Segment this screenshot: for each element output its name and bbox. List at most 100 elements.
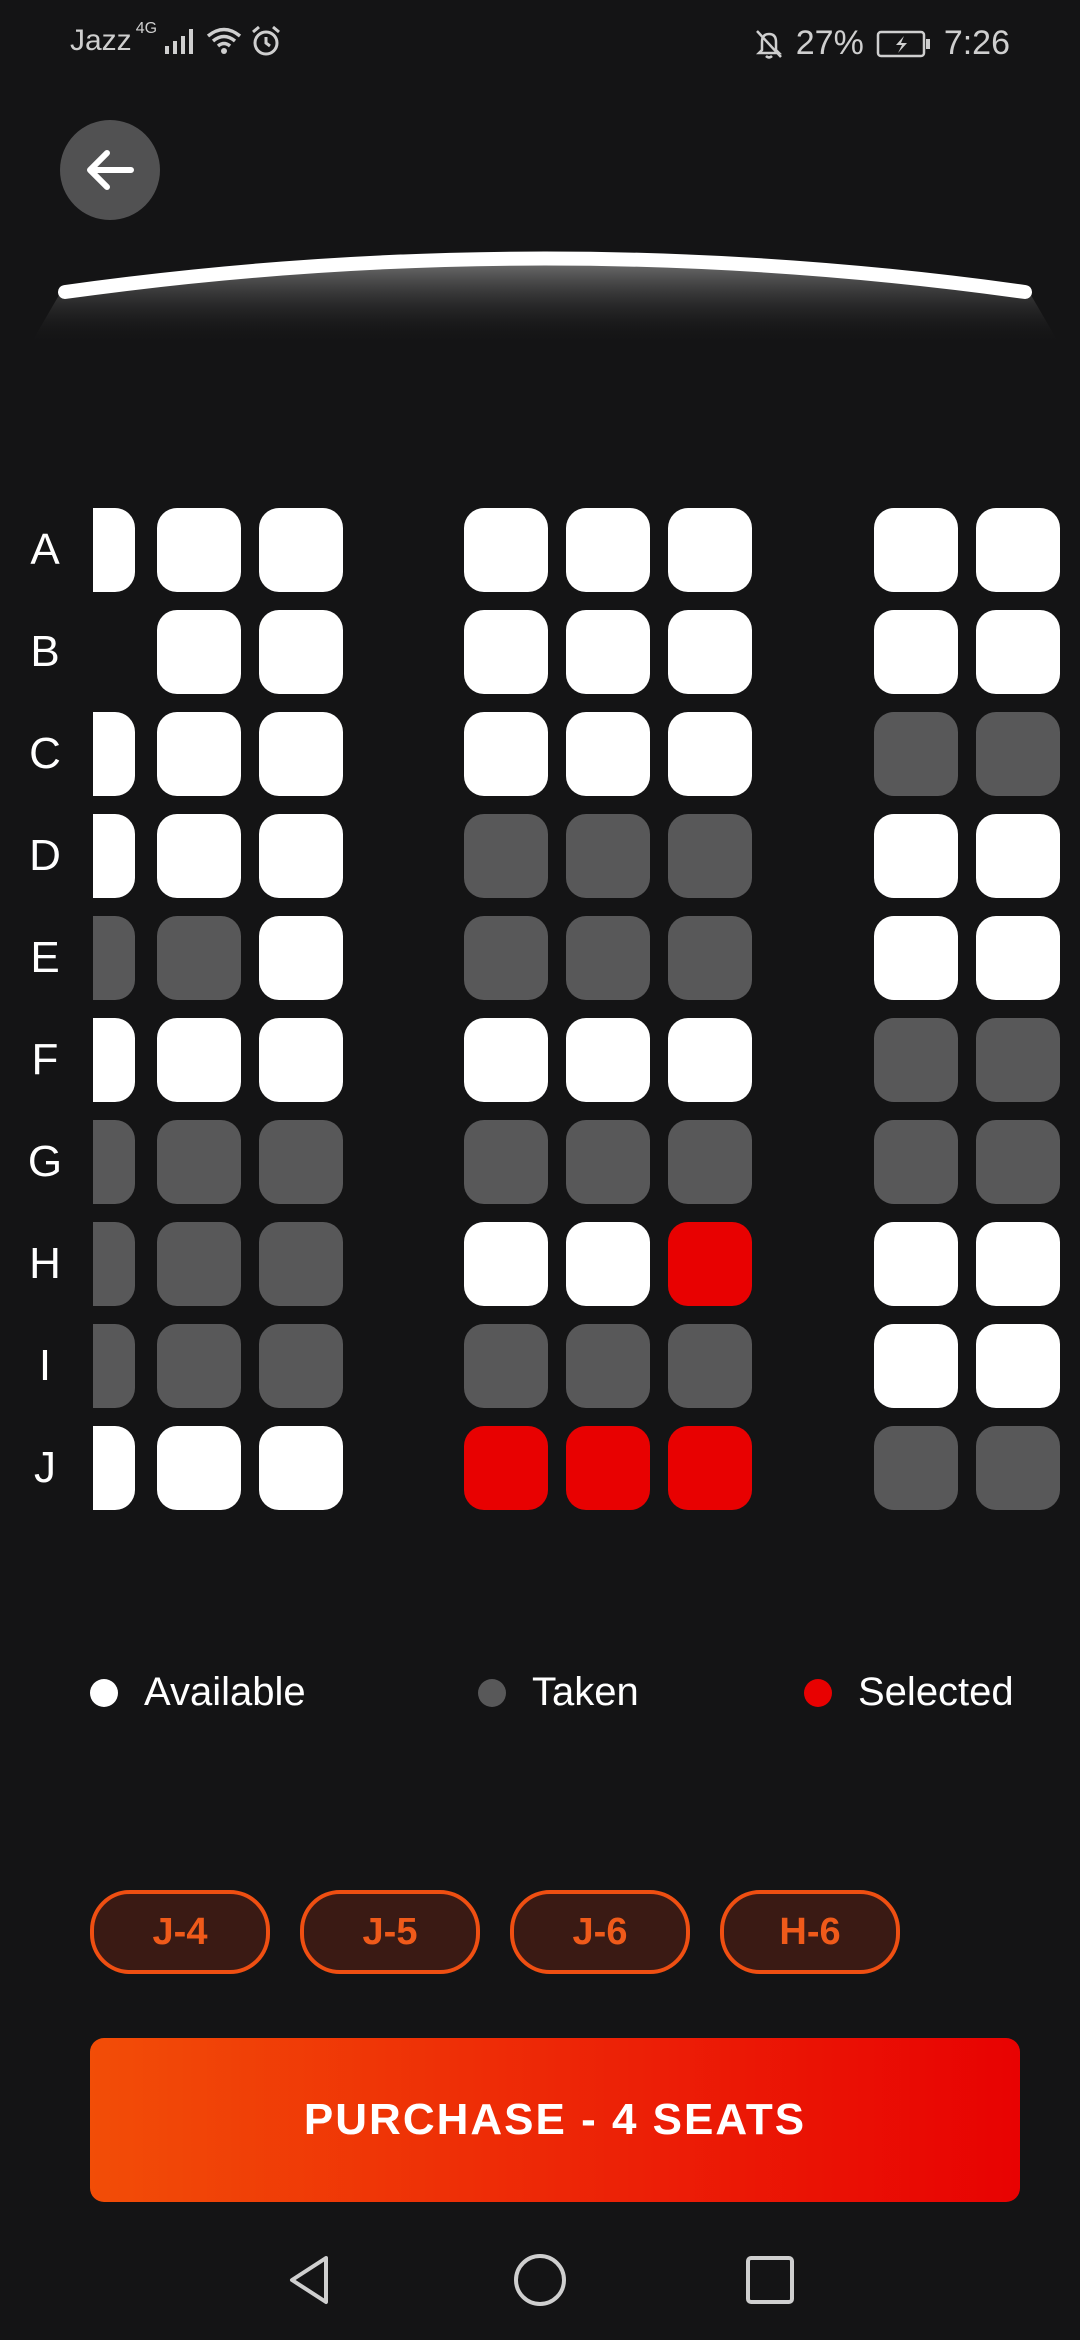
seat-taken <box>874 1426 958 1510</box>
seat-available[interactable] <box>259 1426 343 1510</box>
seat-chip[interactable]: J-4 <box>90 1890 270 1974</box>
row-label: F <box>31 1035 59 1084</box>
row-label: H <box>29 1239 61 1288</box>
seat-taken <box>464 916 548 1000</box>
seat-available[interactable] <box>874 916 958 1000</box>
nav-home-icon[interactable] <box>510 2250 570 2310</box>
seat-available[interactable] <box>157 610 241 694</box>
seat-taken <box>93 1324 135 1408</box>
seat-available[interactable] <box>157 508 241 592</box>
seat-taken <box>259 1120 343 1204</box>
seat-available[interactable] <box>157 712 241 796</box>
seat-available[interactable] <box>93 1426 135 1510</box>
seat-available[interactable] <box>976 1324 1060 1408</box>
seat-available[interactable] <box>157 1426 241 1510</box>
selected-seat-chips: J-4 J-5 J-6 H-6 <box>90 1890 900 1974</box>
seat-available[interactable] <box>259 916 343 1000</box>
seat-available[interactable] <box>566 1222 650 1306</box>
row-label: G <box>27 1137 63 1186</box>
signal-icon <box>165 29 194 54</box>
seat-available[interactable] <box>464 610 548 694</box>
seat-available[interactable] <box>464 1222 548 1306</box>
seat-taken <box>668 1120 752 1204</box>
seat-available[interactable] <box>93 508 135 592</box>
seat-selected[interactable] <box>566 1426 650 1510</box>
seat-selected[interactable] <box>668 1426 752 1510</box>
seat-available[interactable] <box>464 508 548 592</box>
nav-recents-icon[interactable] <box>740 2250 800 2310</box>
row-label: I <box>38 1341 52 1390</box>
seat-taken <box>157 1324 241 1408</box>
seat-available[interactable] <box>259 712 343 796</box>
seat-taken <box>668 1324 752 1408</box>
seat-chip[interactable]: H-6 <box>720 1890 900 1974</box>
status-right: 27% 7:26 <box>754 24 1010 63</box>
legend: Available Taken Selected <box>0 1670 1080 1730</box>
seat-selected[interactable] <box>464 1426 548 1510</box>
seat-chip[interactable]: J-6 <box>510 1890 690 1974</box>
network-type: 4G <box>135 20 158 37</box>
seat-taken <box>259 1222 343 1306</box>
seat-available[interactable] <box>93 712 135 796</box>
seat-taken <box>464 1120 548 1204</box>
seat-available[interactable] <box>668 508 752 592</box>
row-label: A <box>30 525 60 574</box>
seat-taken <box>874 1120 958 1204</box>
row-label: J <box>34 1443 56 1492</box>
seat-available[interactable] <box>259 610 343 694</box>
seat-available[interactable] <box>668 712 752 796</box>
legend-available-label: Available <box>144 1670 306 1714</box>
seat-available[interactable] <box>976 916 1060 1000</box>
seat-taken <box>874 1018 958 1102</box>
cinema-screen <box>30 251 1060 345</box>
seat-available[interactable] <box>976 814 1060 898</box>
system-nav-bar <box>0 2220 1080 2340</box>
seat-available[interactable] <box>464 712 548 796</box>
arrow-left-icon <box>87 150 134 190</box>
seat-available[interactable] <box>976 1222 1060 1306</box>
nav-back-icon[interactable] <box>280 2250 340 2310</box>
seat-available[interactable] <box>259 814 343 898</box>
seat-available[interactable] <box>566 1018 650 1102</box>
seat-taken <box>668 814 752 898</box>
available-dot-icon <box>90 1678 118 1707</box>
seat-taken <box>464 1324 548 1408</box>
seat-selected[interactable] <box>668 1222 752 1306</box>
seat-available[interactable] <box>874 508 958 592</box>
seat-taken <box>566 916 650 1000</box>
seat-available[interactable] <box>464 1018 548 1102</box>
seat-taken <box>157 1222 241 1306</box>
seat-available[interactable] <box>93 814 135 898</box>
seat-available[interactable] <box>259 508 343 592</box>
alarm-icon <box>252 25 280 56</box>
selected-dot-icon <box>804 1678 832 1707</box>
seat-available[interactable] <box>668 610 752 694</box>
seat-available[interactable] <box>157 1018 241 1102</box>
wifi-icon <box>206 27 242 54</box>
seat-available[interactable] <box>157 814 241 898</box>
seat-available[interactable] <box>874 814 958 898</box>
seat-available[interactable] <box>874 610 958 694</box>
carrier-name: Jazz <box>70 24 132 57</box>
seat-taken <box>566 814 650 898</box>
bell-off-icon <box>755 29 782 59</box>
status-bar: Jazz 4G 27% 7:26 <box>0 0 1080 92</box>
seat-available[interactable] <box>566 712 650 796</box>
seat-available[interactable] <box>259 1018 343 1102</box>
legend-taken-label: Taken <box>532 1670 639 1714</box>
seat-available[interactable] <box>976 610 1060 694</box>
seat-chip[interactable]: J-5 <box>300 1890 480 1974</box>
purchase-button[interactable]: PURCHASE - 4 SEATS <box>90 2038 1020 2202</box>
seat-available[interactable] <box>566 508 650 592</box>
seat-available[interactable] <box>93 1018 135 1102</box>
legend-taken: Taken <box>478 1670 639 1715</box>
seat-available[interactable] <box>566 610 650 694</box>
legend-available: Available <box>90 1670 306 1715</box>
back-button[interactable] <box>60 120 160 220</box>
seat-available[interactable] <box>976 508 1060 592</box>
seat-taken <box>464 814 548 898</box>
seat-available[interactable] <box>874 1222 958 1306</box>
seat-available[interactable] <box>874 1324 958 1408</box>
taken-dot-icon <box>478 1678 506 1707</box>
seat-available[interactable] <box>668 1018 752 1102</box>
